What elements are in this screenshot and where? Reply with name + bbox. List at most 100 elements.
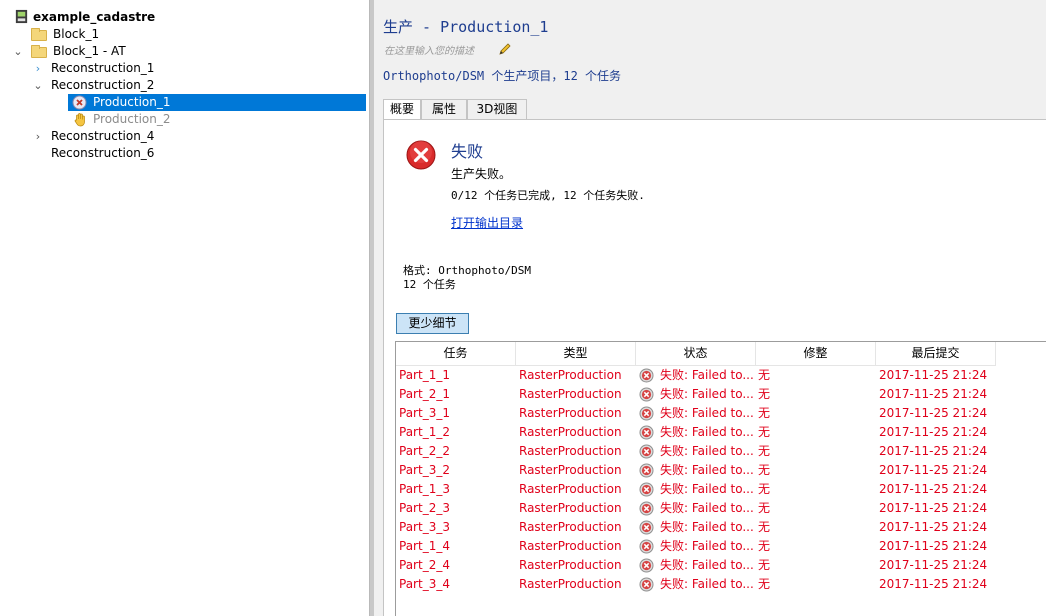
- cell-task: Part_1_1: [399, 368, 450, 382]
- task-count-status: 0/12 个任务已完成, 12 个任务失败.: [451, 189, 645, 202]
- description-field[interactable]: 在这里输入您的描述: [384, 42, 474, 57]
- cell-task: Part_1_2: [399, 425, 450, 439]
- table-row[interactable]: Part_1_4 RasterProduction 失败: Failed to...…: [396, 537, 1046, 556]
- cell-task: Part_2_2: [399, 444, 450, 458]
- table-row[interactable]: Part_3_3 RasterProduction 失败: Failed to...…: [396, 518, 1046, 537]
- cell-last-submit: 2017-11-25 21:24: [879, 558, 988, 572]
- table-row[interactable]: Part_3_2 RasterProduction 失败: Failed to...…: [396, 461, 1046, 480]
- cell-last-submit: 2017-11-25 21:24: [879, 387, 988, 401]
- table-row[interactable]: Part_3_4 RasterProduction 失败: Failed to...…: [396, 575, 1046, 594]
- cell-type: RasterProduction: [519, 387, 622, 401]
- cell-trim: 无: [758, 406, 771, 420]
- cell-status: 失败: Failed to...: [660, 463, 754, 477]
- tree-item-reconstruction-4[interactable]: › Reconstruction_4: [0, 128, 369, 145]
- tree-item-block-1-at[interactable]: ⌄ Block_1 - AT: [0, 43, 369, 60]
- error-icon: [639, 577, 654, 592]
- cell-status: 失败: Failed to...: [660, 558, 754, 572]
- cell-trim: 无: [758, 577, 771, 591]
- error-icon: [639, 558, 654, 573]
- table-row[interactable]: Part_2_1 RasterProduction 失败: Failed to...…: [396, 385, 1046, 404]
- production-summary: Orthophoto/DSM 个生产项目，12 个任务: [383, 69, 622, 83]
- cell-last-submit: 2017-11-25 21:24: [879, 368, 988, 382]
- error-icon: [639, 387, 654, 402]
- cell-last-submit: 2017-11-25 21:24: [879, 539, 988, 553]
- chevron-right-icon[interactable]: ›: [32, 60, 44, 77]
- folder-icon: [31, 44, 48, 59]
- column-header-trim[interactable]: 修整: [756, 342, 876, 366]
- cell-type: RasterProduction: [519, 539, 622, 553]
- tree-root-label: example_cadastre: [33, 10, 156, 24]
- tab-properties[interactable]: 属性: [421, 99, 467, 119]
- cell-last-submit: 2017-11-25 21:24: [879, 463, 988, 477]
- cell-status: 失败: Failed to...: [660, 406, 754, 420]
- error-icon: [406, 140, 436, 170]
- cell-trim: 无: [758, 368, 771, 382]
- chevron-down-icon[interactable]: ⌄: [32, 77, 44, 94]
- cell-task: Part_3_3: [399, 520, 450, 534]
- pencil-icon[interactable]: [498, 42, 512, 56]
- tree-root-row[interactable]: example_cadastre: [0, 9, 369, 26]
- table-row[interactable]: Part_1_3 RasterProduction 失败: Failed to...…: [396, 480, 1046, 499]
- cell-task: Part_1_3: [399, 482, 450, 496]
- status-title: 失败: [451, 142, 484, 161]
- tree-item-production-1[interactable]: Production_1: [68, 94, 366, 111]
- project-file-icon: [15, 9, 28, 24]
- cell-trim: 无: [758, 444, 771, 458]
- cell-last-submit: 2017-11-25 21:24: [879, 425, 988, 439]
- overview-tab-content: 失败 生产失败。 0/12 个任务已完成, 12 个任务失败. 打开输出目录 格…: [383, 119, 1046, 616]
- cell-trim: 无: [758, 539, 771, 553]
- task-table[interactable]: 任务 类型 状态 修整 最后提交 Part_1_1 RasterProductio…: [395, 341, 1046, 616]
- cell-status: 失败: Failed to...: [660, 501, 754, 515]
- cell-status: 失败: Failed to...: [660, 577, 754, 591]
- table-row[interactable]: Part_1_1 RasterProduction 失败: Failed to...…: [396, 366, 1046, 385]
- tree-item-reconstruction-6[interactable]: Reconstruction_6: [0, 145, 369, 162]
- cell-type: RasterProduction: [519, 501, 622, 515]
- tree-item-reconstruction-1[interactable]: › Reconstruction_1: [0, 60, 369, 77]
- production-detail-panel: 生产 - Production_1 在这里输入您的描述 Orthophoto/D…: [374, 0, 1046, 616]
- error-icon: [639, 482, 654, 497]
- error-icon: [639, 501, 654, 516]
- tab-overview[interactable]: 概要: [383, 99, 421, 120]
- table-row[interactable]: Part_1_2 RasterProduction 失败: Failed to...…: [396, 423, 1046, 442]
- error-icon: [639, 425, 654, 440]
- cell-last-submit: 2017-11-25 21:24: [879, 482, 988, 496]
- cell-task: Part_2_3: [399, 501, 450, 515]
- tree-item-label: Production_1: [93, 95, 171, 109]
- table-row[interactable]: Part_2_4 RasterProduction 失败: Failed to...…: [396, 556, 1046, 575]
- tree-item-production-2[interactable]: Production_2: [0, 111, 369, 128]
- tree-item-block-1[interactable]: Block_1: [0, 26, 369, 43]
- cell-last-submit: 2017-11-25 21:24: [879, 444, 988, 458]
- error-icon: [639, 539, 654, 554]
- less-details-button[interactable]: 更少细节: [396, 313, 469, 334]
- chevron-right-icon[interactable]: ›: [32, 128, 44, 145]
- cell-last-submit: 2017-11-25 21:24: [879, 577, 988, 591]
- cell-trim: 无: [758, 387, 771, 401]
- tree-item-label: Reconstruction_2: [51, 78, 155, 92]
- tree-item-label: Reconstruction_6: [51, 146, 155, 160]
- cell-trim: 无: [758, 463, 771, 477]
- table-row[interactable]: Part_2_3 RasterProduction 失败: Failed to...…: [396, 499, 1046, 518]
- column-header-last-submit[interactable]: 最后提交: [876, 342, 996, 366]
- cell-type: RasterProduction: [519, 463, 622, 477]
- error-icon: [639, 463, 654, 478]
- cell-type: RasterProduction: [519, 558, 622, 572]
- tab-3d-view[interactable]: 3D视图: [467, 99, 527, 119]
- open-output-link[interactable]: 打开输出目录: [451, 214, 523, 231]
- column-header-status[interactable]: 状态: [636, 342, 756, 366]
- tree-item-label: Reconstruction_1: [51, 61, 155, 75]
- column-header-task[interactable]: 任务: [396, 342, 516, 366]
- cell-last-submit: 2017-11-25 21:24: [879, 501, 988, 515]
- cell-last-submit: 2017-11-25 21:24: [879, 406, 988, 420]
- table-row[interactable]: Part_2_2 RasterProduction 失败: Failed to...…: [396, 442, 1046, 461]
- cell-status: 失败: Failed to...: [660, 387, 754, 401]
- error-icon: [72, 95, 87, 110]
- cell-status: 失败: Failed to...: [660, 425, 754, 439]
- project-tree[interactable]: example_cadastre Block_1 ⌄ Block_1 - AT …: [0, 0, 370, 616]
- tree-item-reconstruction-2[interactable]: ⌄ Reconstruction_2: [0, 77, 369, 94]
- table-row[interactable]: Part_3_1 RasterProduction 失败: Failed to...…: [396, 404, 1046, 423]
- chevron-down-icon[interactable]: ⌄: [12, 43, 24, 60]
- cell-type: RasterProduction: [519, 444, 622, 458]
- cell-status: 失败: Failed to...: [660, 539, 754, 553]
- table-header: 任务 类型 状态 修整 最后提交: [396, 342, 1046, 366]
- column-header-type[interactable]: 类型: [516, 342, 636, 366]
